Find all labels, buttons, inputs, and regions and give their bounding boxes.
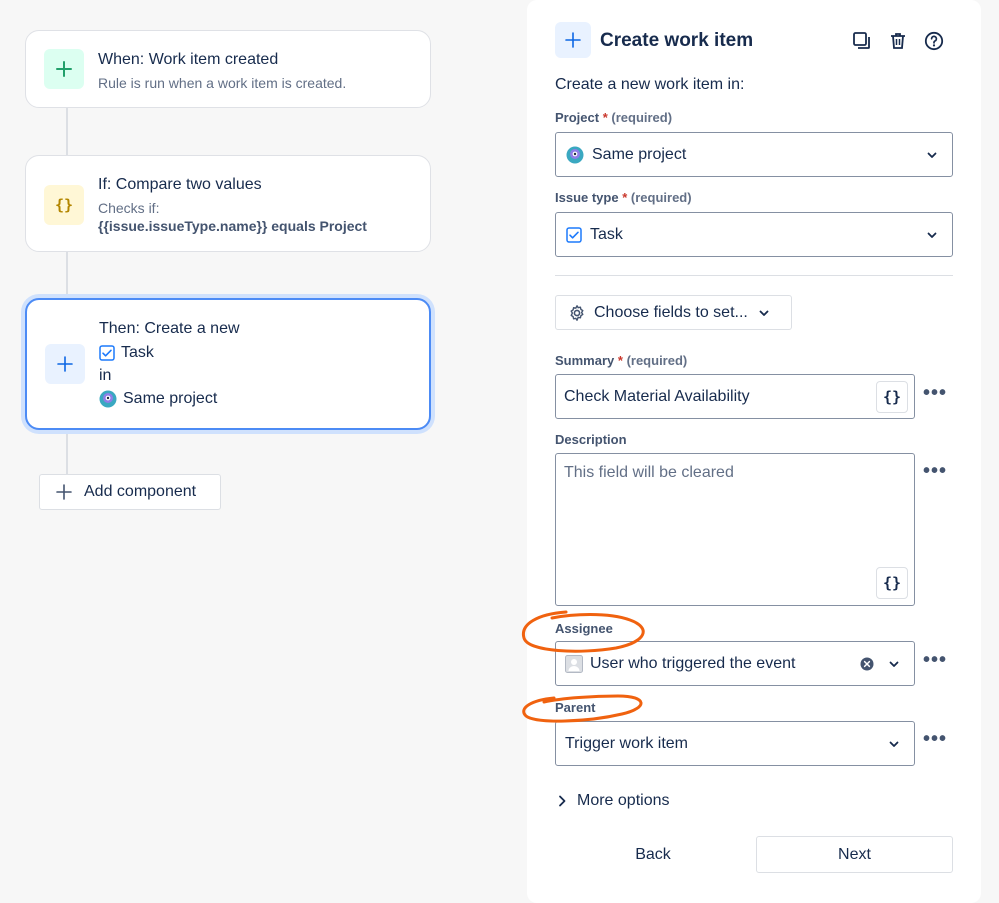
- plus-icon: [555, 22, 591, 58]
- trigger-card[interactable]: When: Work item created Rule is run when…: [25, 30, 431, 108]
- trigger-subtitle: Rule is run when a work item is created.: [98, 75, 347, 91]
- choose-fields-button[interactable]: Choose fields to set...: [555, 295, 792, 330]
- chevron-down-icon: [759, 310, 769, 316]
- action-in-word: in: [99, 367, 112, 384]
- project-value: Same project: [592, 145, 687, 163]
- plus-icon: [44, 49, 84, 89]
- parent-value: Trigger work item: [565, 735, 688, 752]
- panel-title: Create work item: [600, 30, 754, 51]
- parent-select[interactable]: Trigger work item: [555, 721, 915, 766]
- user-avatar-icon: [565, 655, 583, 673]
- condition-card[interactable]: {} If: Compare two values Checks if: {{i…: [25, 155, 431, 252]
- help-icon[interactable]: [923, 30, 945, 52]
- description-label: Description: [555, 432, 627, 447]
- chevron-down-icon: [927, 232, 937, 238]
- panel-intro: Create a new work item in:: [555, 76, 745, 93]
- summary-label: Summary * (required): [555, 353, 688, 368]
- checkbox-icon: [99, 345, 115, 361]
- description-more-button[interactable]: •••: [923, 460, 947, 483]
- assignee-value: User who triggered the event: [590, 655, 796, 672]
- more-options-toggle[interactable]: More options: [557, 792, 670, 810]
- summary-input[interactable]: Check Material Availability {}: [555, 374, 915, 419]
- summary-more-button[interactable]: •••: [923, 382, 947, 405]
- back-button[interactable]: Back: [555, 836, 751, 873]
- gear-icon: [570, 304, 584, 321]
- project-select[interactable]: Same project: [555, 132, 953, 177]
- duplicate-icon[interactable]: [851, 30, 873, 52]
- description-textarea[interactable]: This field will be cleared {}: [555, 453, 915, 606]
- trigger-title: When: Work item created: [98, 51, 279, 68]
- summary-value: Check Material Availability: [564, 388, 750, 405]
- chevron-down-icon: [889, 661, 899, 667]
- project-avatar-icon: [566, 146, 584, 163]
- action-card[interactable]: Then: Create a new Task in Same project: [25, 298, 431, 430]
- condition-title: If: Compare two values: [98, 176, 262, 193]
- parent-more-button[interactable]: •••: [923, 728, 947, 751]
- condition-expression: {{issue.issueType.name}} equals Project: [98, 218, 367, 234]
- assignee-more-button[interactable]: •••: [923, 649, 947, 672]
- delete-icon[interactable]: [887, 30, 909, 52]
- issue-type-select[interactable]: Task: [555, 212, 953, 257]
- parent-label: Parent: [555, 700, 596, 715]
- connector-line: [66, 252, 68, 298]
- description-placeholder: This field will be cleared: [564, 464, 734, 481]
- code-braces-icon: {}: [44, 185, 84, 225]
- smart-value-button[interactable]: {}: [876, 567, 908, 599]
- project-avatar-icon: [99, 390, 117, 408]
- create-work-item-panel: Create work item Create a new work item …: [527, 0, 981, 903]
- clear-icon[interactable]: [860, 657, 874, 671]
- next-button[interactable]: Next: [756, 836, 953, 873]
- condition-subtitle-prefix: Checks if:: [98, 200, 160, 216]
- action-project: Same project: [99, 390, 217, 408]
- plus-icon: [56, 484, 72, 500]
- connector-line: [66, 430, 68, 474]
- smart-value-button[interactable]: {}: [876, 381, 908, 413]
- chevron-down-icon: [889, 741, 899, 747]
- connector-line: [66, 108, 68, 155]
- project-label: Project * (required): [555, 110, 673, 125]
- add-component-button[interactable]: Add component: [39, 474, 221, 510]
- chevron-down-icon: [927, 152, 937, 158]
- divider: [555, 275, 953, 276]
- chevron-right-icon: [559, 795, 566, 807]
- issue-type-value: Task: [590, 225, 623, 243]
- action-issue-type: Task: [99, 344, 154, 362]
- assignee-select[interactable]: User who triggered the event: [555, 641, 915, 686]
- issue-type-label: Issue type * (required): [555, 190, 692, 205]
- plus-icon: [45, 344, 85, 384]
- assignee-label: Assignee: [555, 621, 613, 636]
- checkbox-icon: [566, 226, 582, 243]
- action-title: Then: Create a new: [99, 320, 240, 337]
